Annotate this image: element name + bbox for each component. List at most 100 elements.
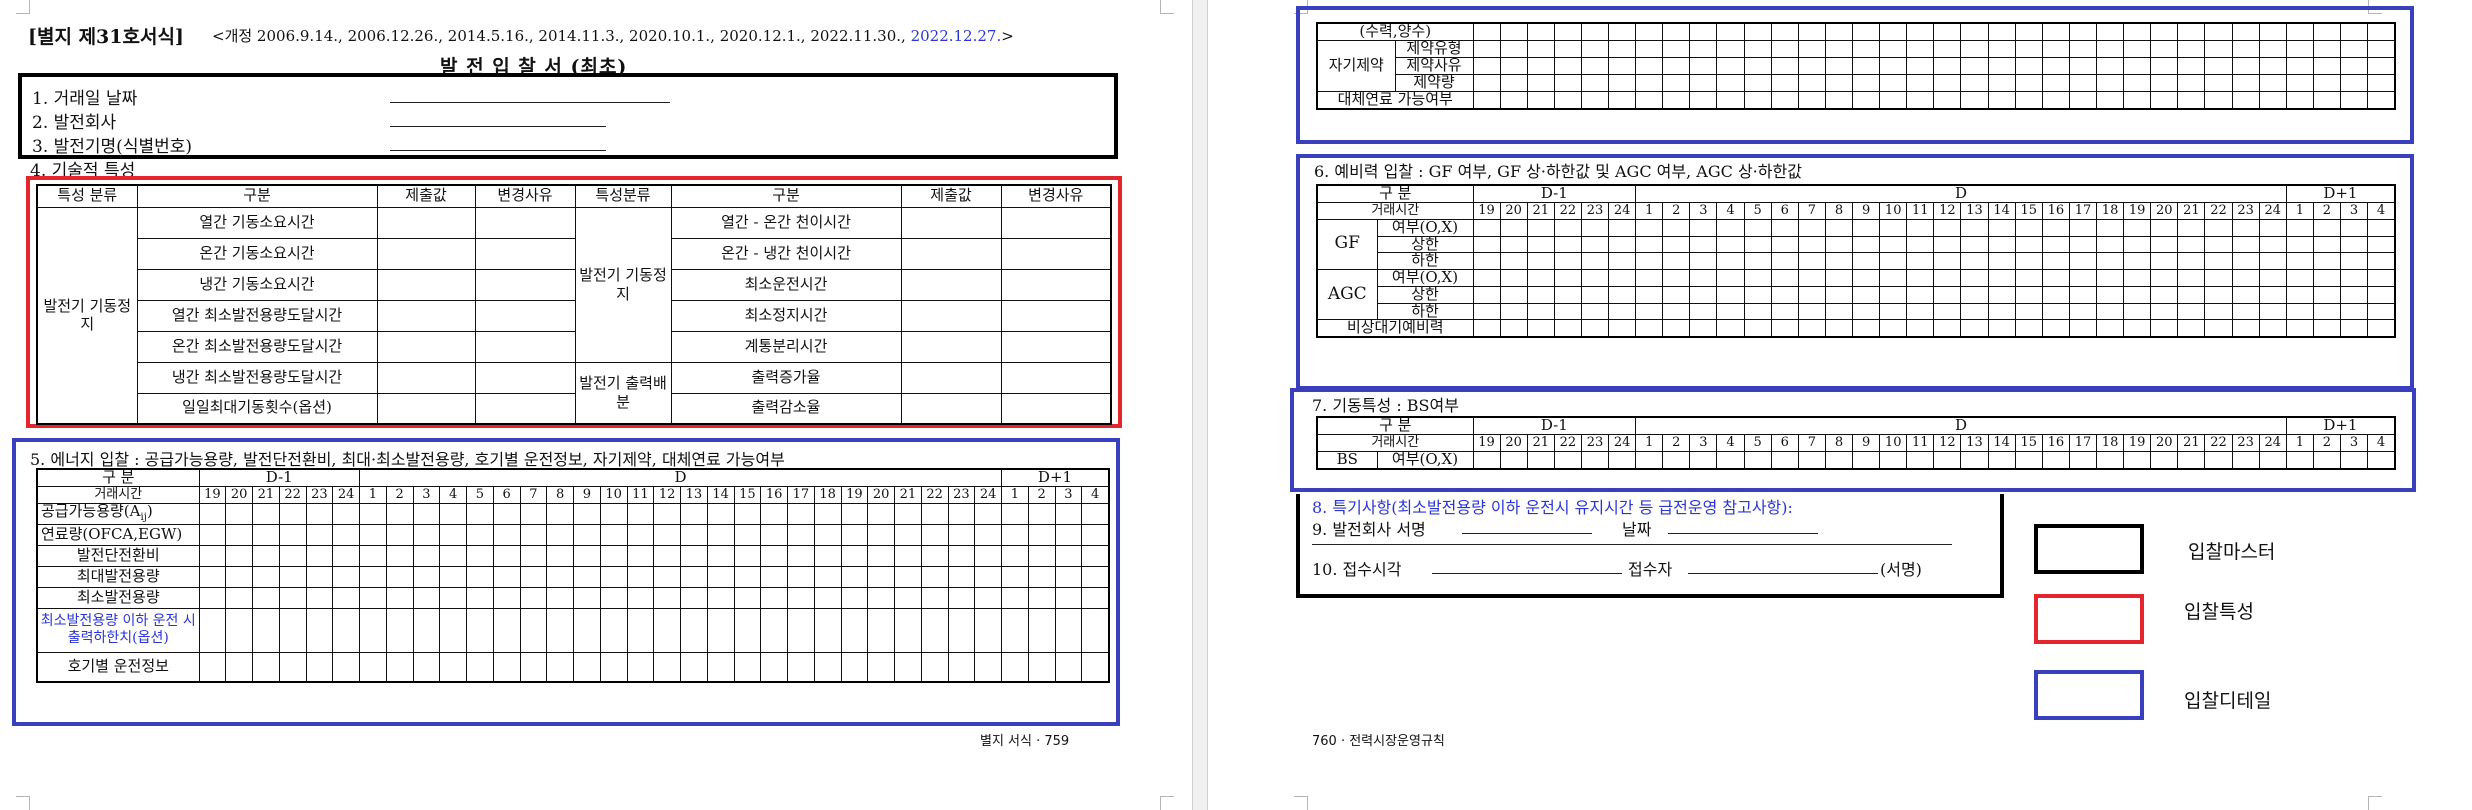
bid-value-cell[interactable] (1879, 73, 1908, 92)
bid-value-cell[interactable] (867, 651, 895, 683)
bid-value-cell[interactable] (439, 502, 467, 525)
change-reason-cell[interactable] (474, 330, 576, 363)
bid-value-cell[interactable] (2123, 73, 2152, 92)
bid-value-cell[interactable] (439, 651, 467, 683)
bid-value-cell[interactable] (1472, 285, 1501, 304)
bid-value-cell[interactable] (1797, 285, 1826, 304)
bid-value-cell[interactable] (1662, 235, 1691, 254)
bid-value-cell[interactable] (2014, 218, 2043, 237)
bid-value-cell[interactable] (492, 544, 521, 567)
bid-value-cell[interactable] (385, 502, 414, 525)
bid-value-cell[interactable] (2312, 56, 2342, 75)
bid-value-cell[interactable] (2231, 285, 2260, 304)
bid-value-cell[interactable] (947, 565, 976, 588)
bid-value-cell[interactable] (252, 607, 280, 653)
bid-value-cell[interactable] (867, 544, 895, 567)
bid-value-cell[interactable] (359, 565, 387, 588)
bid-value-cell[interactable] (412, 523, 441, 546)
bid-value-cell[interactable] (225, 523, 253, 546)
bid-value-cell[interactable] (466, 523, 494, 546)
bid-value-cell[interactable] (439, 565, 467, 588)
bid-value-cell[interactable] (305, 502, 334, 525)
bid-value-cell[interactable] (1960, 56, 1989, 75)
bid-value-cell[interactable] (626, 565, 655, 588)
bid-value-cell[interactable] (2339, 319, 2369, 338)
bid-value-cell[interactable] (573, 544, 601, 567)
bid-value-cell[interactable] (1716, 22, 1745, 41)
bid-value-cell[interactable] (385, 565, 414, 588)
bid-value-cell[interactable] (2150, 56, 2179, 75)
bid-value-cell[interactable] (813, 565, 842, 588)
bid-value-cell[interactable] (653, 607, 681, 653)
bid-value-cell[interactable] (492, 607, 521, 653)
bid-value-cell[interactable] (2068, 285, 2098, 304)
bid-value-cell[interactable] (2041, 22, 2070, 41)
bid-value-cell[interactable] (2177, 302, 2206, 321)
bid-value-cell[interactable] (1743, 235, 1772, 254)
bid-value-cell[interactable] (1472, 90, 1501, 110)
bid-value-cell[interactable] (2339, 302, 2369, 321)
bid-value-cell[interactable] (2204, 252, 2233, 270)
bid-value-cell[interactable] (1770, 302, 1799, 321)
bid-value-cell[interactable] (1797, 252, 1826, 270)
bid-value-cell[interactable] (1001, 586, 1029, 609)
bid-value-cell[interactable] (1635, 39, 1664, 58)
bid-value-cell[interactable] (2096, 269, 2125, 287)
bid-value-cell[interactable] (1553, 450, 1582, 470)
bid-value-cell[interactable] (947, 586, 976, 609)
change-reason-cell[interactable] (1000, 392, 1112, 425)
bid-value-cell[interactable] (2231, 319, 2260, 338)
bid-value-cell[interactable] (2014, 39, 2043, 58)
bid-value-cell[interactable] (2367, 56, 2396, 75)
bid-value-cell[interactable] (1054, 586, 1083, 609)
bid-value-cell[interactable] (2041, 218, 2070, 237)
bid-value-cell[interactable] (1553, 218, 1582, 237)
bid-value-cell[interactable] (2014, 450, 2043, 470)
bid-value-cell[interactable] (2204, 218, 2233, 237)
bid-value-cell[interactable] (813, 502, 842, 525)
bid-value-cell[interactable] (2150, 285, 2179, 304)
bid-value-cell[interactable] (1689, 235, 1718, 254)
bid-value-cell[interactable] (1499, 235, 1528, 254)
bid-value-cell[interactable] (1987, 235, 2016, 254)
bid-value-cell[interactable] (2150, 22, 2179, 41)
bid-value-cell[interactable] (1553, 252, 1582, 270)
bid-value-cell[interactable] (1933, 319, 1962, 338)
bid-value-cell[interactable] (1852, 73, 1881, 92)
bid-value-cell[interactable] (2285, 302, 2314, 321)
bid-value-cell[interactable] (1770, 90, 1799, 110)
bid-value-cell[interactable] (626, 502, 655, 525)
bid-value-cell[interactable] (2204, 269, 2233, 287)
bid-value-cell[interactable] (1933, 39, 1962, 58)
bid-value-cell[interactable] (225, 651, 253, 683)
bid-value-cell[interactable] (1662, 56, 1691, 75)
bid-value-cell[interactable] (2177, 90, 2206, 110)
bid-value-cell[interactable] (546, 651, 574, 683)
bid-value-cell[interactable] (1960, 252, 1989, 270)
bid-value-cell[interactable] (1081, 523, 1110, 546)
bid-value-cell[interactable] (1852, 319, 1881, 338)
bid-value-cell[interactable] (2150, 39, 2179, 58)
bid-value-cell[interactable] (2204, 22, 2233, 41)
bid-value-cell[interactable] (225, 544, 253, 567)
bid-value-cell[interactable] (760, 523, 788, 546)
bid-value-cell[interactable] (278, 544, 307, 567)
bid-value-cell[interactable] (1987, 269, 2016, 287)
bid-value-cell[interactable] (492, 565, 521, 588)
bid-value-cell[interactable] (466, 565, 494, 588)
submit-value-cell[interactable] (376, 268, 476, 301)
bid-value-cell[interactable] (2367, 450, 2396, 470)
bid-value-cell[interactable] (974, 651, 1002, 683)
submit-value-cell[interactable] (900, 392, 1002, 425)
bid-value-cell[interactable] (1933, 218, 1962, 237)
bid-value-cell[interactable] (1689, 285, 1718, 304)
bid-value-cell[interactable] (198, 544, 227, 567)
bid-value-cell[interactable] (1716, 450, 1745, 470)
bid-value-cell[interactable] (1608, 252, 1637, 270)
bid-value-cell[interactable] (225, 586, 253, 609)
bid-value-cell[interactable] (252, 544, 280, 567)
bid-value-cell[interactable] (492, 651, 521, 683)
bid-value-cell[interactable] (1906, 302, 1935, 321)
bid-value-cell[interactable] (1743, 302, 1772, 321)
change-reason-cell[interactable] (474, 361, 576, 394)
